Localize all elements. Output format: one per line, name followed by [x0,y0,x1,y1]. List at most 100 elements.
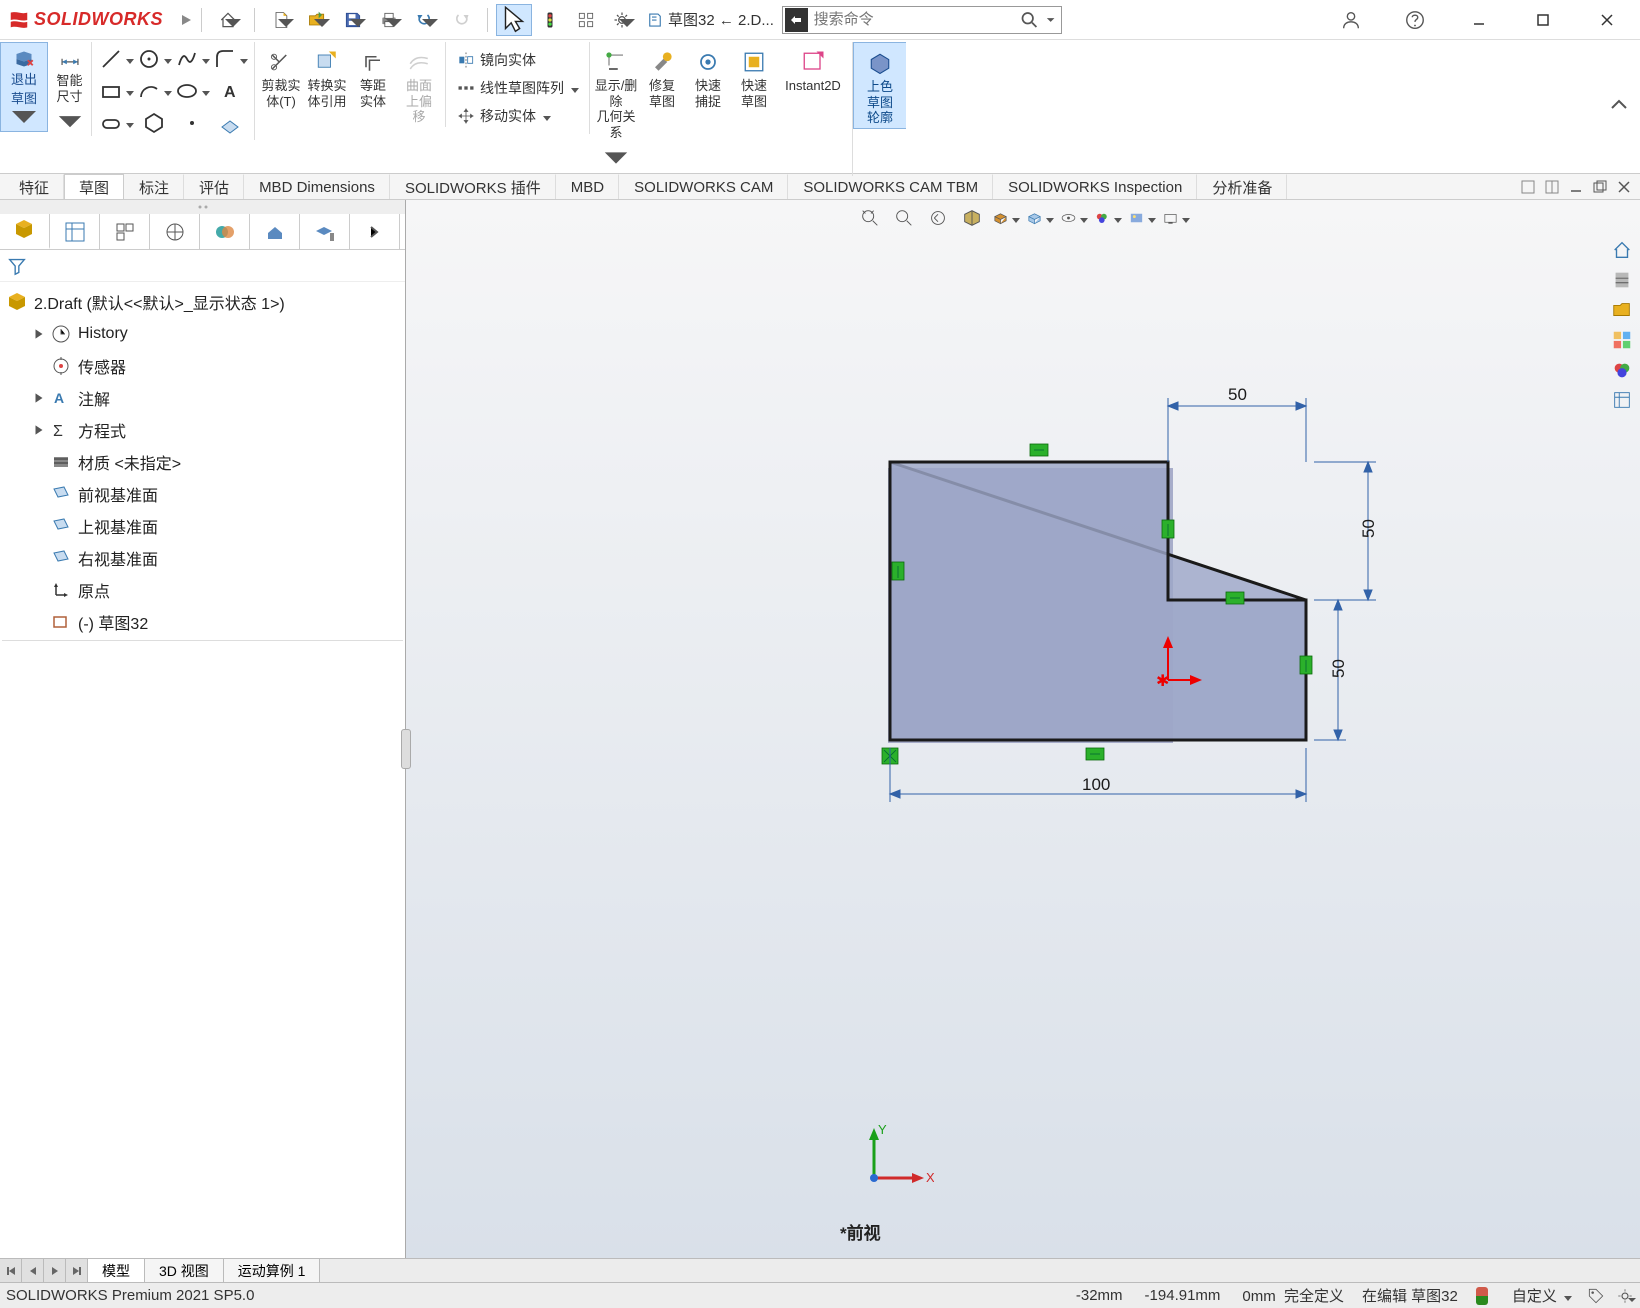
bottom-tab-model[interactable]: 模型 [88,1259,145,1282]
tab-sketch[interactable]: 草图 [64,174,124,199]
tree-sensors[interactable]: 传感器 [2,350,403,382]
new-doc-button[interactable] [263,4,299,36]
search-dropdown-icon[interactable] [1044,13,1057,27]
bottom-tab-3dview[interactable]: 3D 视图 [145,1259,224,1282]
surface-offset-button: 曲面 上偏 移 [397,44,441,125]
spline-tool[interactable] [174,44,210,74]
move-entities-button[interactable]: 移动实体 [452,102,583,130]
panel-splitter[interactable] [401,729,411,769]
redo-button[interactable] [443,4,479,36]
close-button[interactable] [1582,4,1632,36]
display-delete-relations-button[interactable]: 显示/删除 几何关系 [594,44,638,174]
quick-sketch-button[interactable]: 快速 草图 [732,44,776,109]
minimize-button[interactable] [1454,4,1504,36]
instant2d-button[interactable]: Instant2D [778,44,848,94]
status-product: SOLIDWORKS Premium 2021 SP5.0 [6,1287,254,1304]
convert-entities-button[interactable]: 转换实 体引用 [305,44,349,109]
home-button[interactable] [210,4,246,36]
polygon-tool[interactable] [136,108,172,138]
mirror-entities-button[interactable]: 镜向实体 [452,46,583,74]
tree-top-plane[interactable]: 上视基准面 [2,510,403,542]
bottom-tab-motion[interactable]: 运动算例 1 [224,1259,321,1282]
line-tool[interactable] [98,44,134,74]
save-button[interactable] [335,4,371,36]
tree-front-plane[interactable]: 前视基准面 [2,478,403,510]
rectangle-tool[interactable] [98,76,134,106]
tree-annotations[interactable]: A 注解 [2,382,403,414]
tree-root-part[interactable]: 2.Draft (默认<<默认>_显示状态 1>) [2,286,403,318]
status-indicator-icon[interactable] [1476,1287,1488,1305]
tab-evaluate[interactable]: 评估 [184,174,244,199]
tab-sw-inspection[interactable]: SOLIDWORKS Inspection [993,174,1197,199]
arc-tool[interactable] [136,76,172,106]
viewport-split-icon[interactable] [1544,179,1560,195]
tree-sketch32[interactable]: (-) 草图32 [2,606,403,638]
undo-button[interactable] [407,4,443,36]
nav-next-icon[interactable] [44,1259,66,1282]
shaded-sketch-contour-button[interactable]: 上色 草图 轮廓 [853,42,906,129]
user-account-icon[interactable] [1326,4,1376,36]
viewport-single-icon[interactable] [1520,179,1536,195]
text-tool[interactable]: A [212,76,248,106]
search-input[interactable] [808,11,1019,28]
3d-canvas[interactable]: ✱ 50 50 [406,200,1640,1258]
rebuild-options-button[interactable] [568,4,604,36]
tree-right-plane[interactable]: 右视基准面 [2,542,403,574]
ellipse-tool[interactable] [174,76,210,106]
fm-tab-dimxpert[interactable] [150,214,200,249]
tab-analysis-prep[interactable]: 分析准备 [1197,174,1287,199]
trim-entities-button[interactable]: 剪裁实 体(T) [259,44,303,109]
help-icon[interactable] [1390,4,1440,36]
settings-button[interactable] [604,4,640,36]
fm-tab-cam[interactable] [250,214,300,249]
tree-material[interactable]: 材质 <未指定> [2,446,403,478]
fm-tab-display[interactable] [200,214,250,249]
linear-pattern-button[interactable]: 线性草图阵列 [452,74,583,102]
print-button[interactable] [371,4,407,36]
panel-handle[interactable] [0,200,405,214]
document-title[interactable]: 草图32 ← 2.D... [646,9,774,30]
tree-origin[interactable]: 原点 [2,574,403,606]
magnifier-icon[interactable] [1019,9,1040,31]
fm-tab-tree[interactable] [0,214,50,249]
smart-dimension-button[interactable]: 智能 尺寸 [48,42,92,136]
status-custom[interactable]: 自定义 [1508,1285,1576,1306]
doc-minimize-icon[interactable] [1568,179,1584,195]
tab-sw-cam-tbm[interactable]: SOLIDWORKS CAM TBM [788,174,993,199]
tab-mbd-dimensions[interactable]: MBD Dimensions [244,174,390,199]
tab-sw-cam[interactable]: SOLIDWORKS CAM [619,174,788,199]
slot-tool[interactable] [98,108,134,138]
repair-sketch-button[interactable]: 修复 草图 [640,44,684,109]
tab-mbd[interactable]: MBD [556,174,619,199]
fm-tab-config[interactable] [100,214,150,249]
nav-prev-icon[interactable] [22,1259,44,1282]
fillet-tool[interactable] [212,44,248,74]
tab-features[interactable]: 特征 [4,174,64,199]
fm-tab-cam-ops[interactable] [300,214,350,249]
circle-tool[interactable] [136,44,172,74]
tree-history[interactable]: History [2,318,403,350]
plane-tool[interactable] [212,108,248,138]
play-icon[interactable] [179,13,193,27]
doc-close-icon[interactable] [1616,179,1632,195]
tab-sw-addins[interactable]: SOLIDWORKS 插件 [390,174,556,199]
offset-entities-button[interactable]: 等距 实体 [351,44,395,109]
doc-maximize-icon[interactable] [1592,179,1608,195]
open-doc-button[interactable] [299,4,335,36]
nav-last-icon[interactable] [66,1259,88,1282]
exit-sketch-button[interactable]: 退出 草图 [0,42,48,132]
fm-tab-property[interactable] [50,214,100,249]
tree-equations[interactable]: Σ 方程式 [2,414,403,446]
tree-filter-bar[interactable] [0,250,405,282]
fm-tab-more[interactable] [350,214,400,249]
select-button[interactable] [496,4,532,36]
nav-first-icon[interactable] [0,1259,22,1282]
traffic-light-icon[interactable] [532,4,568,36]
status-tag-icon[interactable] [1586,1286,1606,1306]
search-box[interactable] [782,6,1062,34]
maximize-button[interactable] [1518,4,1568,36]
tab-annotate[interactable]: 标注 [124,174,184,199]
point-tool[interactable] [174,108,210,138]
collapse-ribbon-icon[interactable] [1608,94,1630,120]
quick-snap-button[interactable]: 快速 捕捉 [686,44,730,109]
